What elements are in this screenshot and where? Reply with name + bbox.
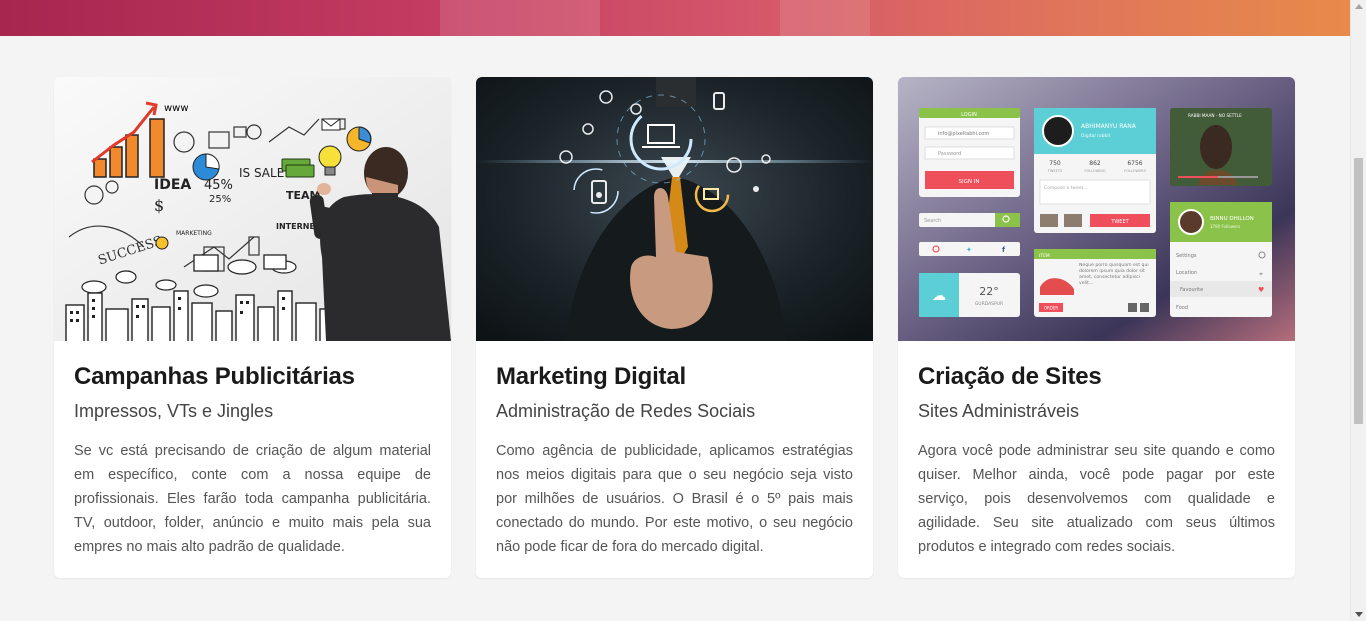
card-description: Como agência de publicidade, aplicamos e… (496, 443, 853, 555)
scrollbar-thumb[interactable] (1354, 158, 1363, 424)
sketch-label-idea: IDEA (154, 177, 191, 193)
ui-menu-location: Location (1176, 270, 1197, 276)
ui-item-title: ITEM (1039, 253, 1050, 259)
ui-login-panel: LOGIN info@pixeltabhi.com Password SIGN … (919, 108, 1020, 197)
vertical-scrollbar[interactable] (1350, 0, 1366, 621)
ui-user-name: BINNU DHILLON (1210, 216, 1254, 222)
card-image-digital-touch (476, 77, 873, 341)
sketch-label-www: www (164, 103, 189, 114)
ui-profile-name: ABHIMANYU RANA (1081, 123, 1137, 130)
card-description: Se vc está precisando de criação de algu… (74, 443, 431, 555)
hero-banner-strip (0, 0, 1350, 36)
hero-image-shelf (780, 0, 870, 36)
card-title: Marketing Digital (496, 363, 686, 390)
sketch-label-25: 25% (209, 194, 231, 205)
ui-stat-following: 862 (1089, 160, 1101, 167)
ui-twitter-icon: ✦ (966, 246, 972, 254)
sketch-label-marketing: MARKETING (176, 230, 212, 237)
ui-user-sub: 3780 Followers (1210, 224, 1240, 229)
service-card-criacao-sites[interactable]: LOGIN info@pixeltabhi.com Password SIGN … (898, 77, 1295, 578)
ui-stat-following-label: FOLLOWING (1084, 169, 1105, 173)
ui-tweet-button: TWEET (1110, 219, 1129, 225)
card-image-marketing-sketch: www IDEA 45% IS SALE! 25% $ TEAM INTERNE… (54, 77, 451, 341)
ui-search-placeholder: Search (924, 218, 941, 224)
service-card-campanhas[interactable]: www IDEA 45% IS SALE! 25% $ TEAM INTERNE… (54, 77, 451, 578)
ui-menu-settings: Settings (1176, 253, 1197, 259)
ui-stat-tweets: 750 (1049, 160, 1061, 167)
scroll-up-arrow-icon[interactable] (1355, 4, 1363, 9)
card-title: Campanhas Publicitárias (74, 363, 355, 390)
hero-image-shelf (440, 0, 600, 36)
ui-stat-followers: 6756 (1127, 160, 1142, 167)
ui-heart-icon: ♥ (1258, 286, 1264, 294)
card-title: Criação de Sites (918, 363, 1102, 390)
ui-item-text: Neque porro quisquam est qui dolorem ips… (1079, 263, 1149, 286)
ui-login-password: Password (938, 151, 961, 157)
ui-weather-temp: 22° (979, 285, 999, 298)
ui-profile-role: Digital rabbit (1081, 133, 1111, 139)
service-card-marketing-digital[interactable]: Marketing Digital Administração de Redes… (476, 77, 873, 578)
ui-stat-followers-label: FOLLOWERS (1124, 169, 1146, 173)
ui-login-title: LOGIN (961, 112, 977, 118)
card-subtitle: Sites Administráveis (918, 401, 1080, 421)
card-subtitle: Administração de Redes Sociais (496, 401, 756, 421)
ui-cloud-icon: ☁ (932, 288, 946, 304)
sketch-dollar-icon: $ (154, 196, 164, 215)
ui-menu-favourite: Favourite (1180, 287, 1203, 293)
ui-location-icon: ⌖ (1259, 270, 1263, 278)
scroll-down-arrow-icon[interactable] (1355, 612, 1363, 617)
ui-weather-city: GURDASPUR (975, 301, 1003, 307)
card-image-ui-kit: LOGIN info@pixeltabhi.com Password SIGN … (898, 77, 1295, 341)
ui-login-email: info@pixeltabhi.com (938, 131, 989, 137)
ui-compose-placeholder: Compose a tweet... (1044, 185, 1088, 191)
ui-video-caption: RABBI MAAN - NO SETTLE (1188, 113, 1242, 118)
ui-order-button: ORDER (1044, 306, 1059, 311)
ui-stat-tweets-label: TWEETS (1047, 169, 1063, 173)
card-subtitle: Impressos, VTs e Jingles (74, 401, 274, 421)
card-description: Agora você pode administrar seu site qua… (918, 443, 1275, 555)
ui-signin-button: SIGN IN (959, 179, 980, 185)
ui-menu-food: Food (1176, 305, 1188, 311)
